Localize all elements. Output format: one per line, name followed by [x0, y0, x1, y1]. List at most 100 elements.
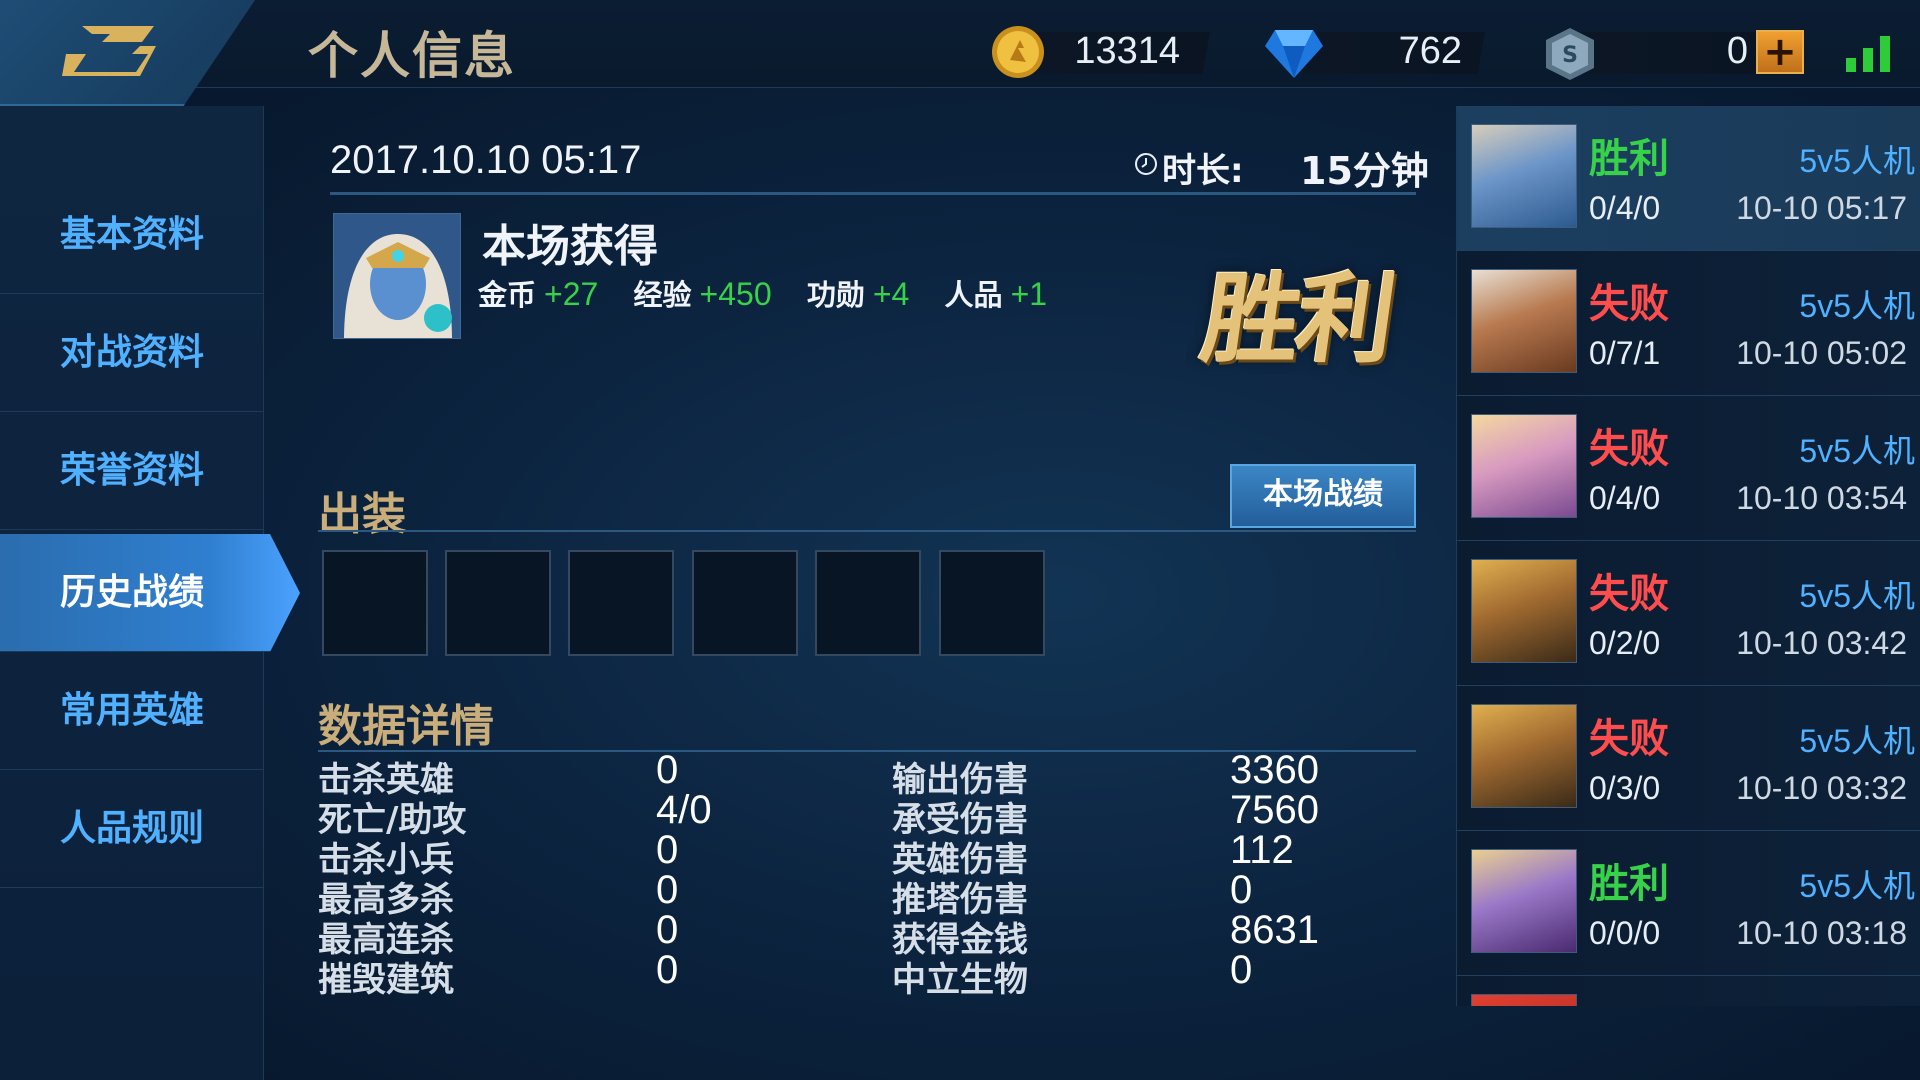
top-bar: 个人信息 13314 762 S 0 + [0, 0, 1920, 106]
gain-reputation-value: +1 [1010, 276, 1048, 312]
gold-value: 13314 [1074, 30, 1180, 72]
diamond-icon [1265, 30, 1323, 78]
stat-value: 0 [1230, 868, 1253, 912]
history-mode: 5v5人机 [1799, 143, 1915, 179]
history-time: 10-10 03:32 [1736, 770, 1907, 806]
history-mode: 5v5人机 [1799, 288, 1915, 324]
history-mode: 5v5人机 [1799, 433, 1915, 469]
history-time: 10-10 05:02 [1736, 335, 1907, 371]
history-result: 失败 [1589, 716, 1669, 762]
gain-gold-label: 金币 [478, 278, 537, 312]
history-kda: 0/0/0 [1589, 915, 1661, 951]
nav-item-common-heroes[interactable]: 常用英雄 [0, 652, 264, 770]
gain-reputation-label: 人品 [944, 278, 1003, 312]
nav-item-reputation-rules[interactable]: 人品规则 [0, 770, 264, 888]
signal-strength-icon [1846, 36, 1896, 72]
gold-currency: 13314 [990, 26, 1220, 78]
back-button[interactable] [0, 0, 255, 106]
hero-portrait [333, 213, 461, 339]
stat-value: 0 [656, 828, 679, 872]
match-datetime: 2017.10.10 05:17 [330, 138, 642, 182]
divider [318, 530, 1416, 532]
history-item[interactable]: 失败 5v5人机 0/7/1 10-10 05:02 [1457, 251, 1920, 396]
history-time: 10-10 05:17 [1736, 190, 1907, 226]
history-time: 10-10 03:18 [1736, 915, 1907, 951]
stat-value: 0 [1230, 948, 1253, 992]
diamond-value: 762 [1398, 30, 1462, 72]
history-item[interactable]: 胜利 5v5人机 0/4/0 10-10 05:17 [1457, 106, 1920, 251]
hero-thumbnail [1471, 994, 1577, 1006]
history-result: 失败 [1589, 571, 1669, 617]
clock-icon [1135, 153, 1157, 175]
history-time: 10-10 03:42 [1736, 625, 1907, 661]
stat-value: 7560 [1230, 788, 1319, 832]
voucher-currency: S 0 + [1544, 26, 1804, 80]
hero-thumbnail [1471, 559, 1577, 663]
voucher-coin-icon: S [1546, 28, 1594, 80]
hero-thumbnail [1471, 269, 1577, 373]
voucher-value: 0 [1726, 30, 1748, 72]
stat-value: 4/0 [656, 788, 712, 832]
gain-merit-value: +4 [872, 276, 910, 312]
back-arrow-icon [62, 26, 156, 76]
history-result: 失败 [1589, 281, 1669, 327]
equipment-title: 出装 [318, 489, 406, 540]
hero-thumbnail [1471, 704, 1577, 808]
add-currency-button[interactable]: + [1756, 30, 1804, 74]
equipment-slot[interactable] [815, 550, 921, 656]
history-result: 胜利 [1589, 861, 1669, 907]
details-title: 数据详情 [318, 701, 494, 752]
equipment-slot[interactable] [445, 550, 551, 656]
gold-coin-icon [992, 26, 1044, 78]
history-item[interactable]: 失败 5v5人机 0/3/0 10-10 03:32 [1457, 686, 1920, 831]
history-kda: 0/4/0 [1589, 480, 1661, 516]
stat-value: 0 [656, 948, 679, 992]
history-kda: 0/2/0 [1589, 625, 1661, 661]
victory-stamp: 胜利 [1194, 263, 1399, 377]
nav-item-basic-info[interactable]: 基本资料 [0, 176, 264, 294]
stat-value: 8631 [1230, 908, 1319, 952]
history-mode: 5v5人机 [1799, 578, 1915, 614]
stat-label: 摧毁建筑 [318, 960, 454, 1000]
gains-title: 本场获得 [482, 221, 658, 272]
stat-value: 0 [656, 868, 679, 912]
stat-value: 112 [1230, 828, 1294, 872]
history-mode: 5v5人机 [1799, 723, 1915, 759]
history-kda: 0/7/1 [1589, 335, 1661, 371]
match-stats-button[interactable]: 本场战绩 [1230, 464, 1416, 528]
history-time: 10-10 03:54 [1736, 480, 1907, 516]
hero-thumbnail [1471, 849, 1577, 953]
equipment-slot[interactable] [568, 550, 674, 656]
plus-icon: + [1763, 29, 1797, 75]
history-item[interactable]: 胜利 5v5人机 0/0/0 10-10 03:18 [1457, 831, 1920, 976]
page-title: 个人信息 [308, 27, 516, 85]
svg-text:S: S [1562, 43, 1578, 68]
nav-item-match-history[interactable]: 历史战绩 [0, 534, 300, 652]
stat-value: 3360 [1230, 748, 1319, 792]
stat-value: 0 [656, 908, 679, 952]
nav-item-battle-info[interactable]: 对战资料 [0, 294, 264, 412]
gain-merit-label: 功勋 [806, 278, 865, 312]
stat-value: 0 [656, 748, 679, 792]
hero-thumbnail [1471, 414, 1577, 518]
history-item[interactable] [1457, 976, 1920, 1006]
hero-thumbnail [1471, 124, 1577, 228]
equipment-slot[interactable] [692, 550, 798, 656]
equipment-slot[interactable] [939, 550, 1045, 656]
gains-row: 金币 +27 经验 +450 功勋 +4 人品 +1 [478, 272, 1047, 314]
left-nav: 基本资料 对战资料 荣誉资料 历史战绩 常用英雄 人品规则 [0, 106, 300, 1080]
divider [330, 192, 1416, 195]
duration-value: 15分钟 [1300, 149, 1429, 193]
gain-exp-label: 经验 [633, 278, 692, 312]
history-item[interactable]: 失败 5v5人机 0/2/0 10-10 03:42 [1457, 541, 1920, 686]
history-result: 胜利 [1589, 136, 1669, 182]
match-history-list: 胜利 5v5人机 0/4/0 10-10 05:17 失败 5v5人机 0/7/… [1456, 106, 1920, 1006]
history-item[interactable]: 失败 5v5人机 0/4/0 10-10 03:54 [1457, 396, 1920, 541]
gain-gold-value: +27 [544, 276, 599, 312]
stat-label: 中立生物 [892, 960, 1028, 1000]
nav-item-honor-info[interactable]: 荣誉资料 [0, 412, 264, 530]
history-result: 失败 [1589, 426, 1669, 472]
equipment-slot[interactable] [322, 550, 428, 656]
history-mode: 5v5人机 [1799, 868, 1915, 904]
gain-exp-value: +450 [699, 276, 772, 312]
